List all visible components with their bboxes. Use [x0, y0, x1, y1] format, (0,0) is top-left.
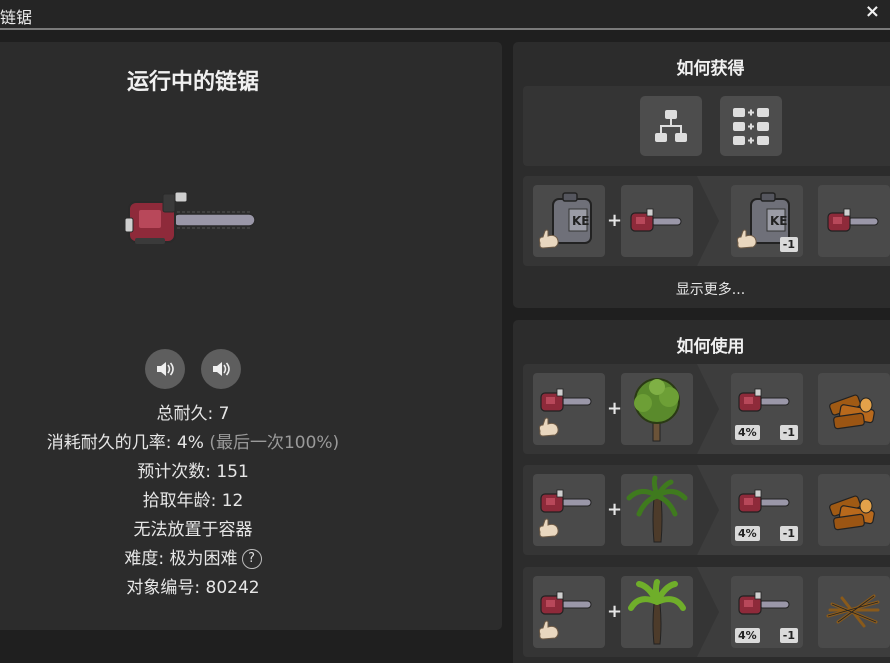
- recipe-input-chainsaw[interactable]: [533, 474, 605, 546]
- result-count-badge: -1: [779, 237, 798, 252]
- how-to-use-panel: 如何使用 + 4% -1 + 4% -1 + 4% -1: [513, 320, 890, 663]
- result-count-badge: -1: [779, 425, 798, 440]
- pickup-age-stat: 拾取年龄: 12: [142, 491, 244, 511]
- how-to-obtain-title: 如何获得: [676, 59, 745, 79]
- plus-sign: +: [607, 601, 623, 622]
- object-title: 运行中的链锯: [126, 70, 259, 95]
- speaker-icon: [213, 362, 230, 376]
- wear-chance-stat: 消耗耐久的几率: 4% (最后一次100%): [46, 433, 340, 453]
- recipe-output-gas-can[interactable]: -1: [731, 185, 803, 257]
- recipe-input-chainsaw[interactable]: [621, 185, 693, 257]
- wear-chance-note: (最后一次100%): [209, 433, 340, 453]
- difficulty-stat: 难度: 极为困难?: [0, 545, 394, 574]
- result-count-badge: -1: [779, 526, 798, 541]
- recipe-grid-icon: [733, 108, 769, 145]
- object-id-stat: 对象编号: 80242: [126, 578, 260, 598]
- recipe-output-chainsaw[interactable]: 4% -1: [731, 373, 803, 445]
- use-recipe-row: + 4% -1: [523, 364, 890, 454]
- container-stat: 无法放置于容器: [133, 520, 253, 540]
- plus-sign: +: [607, 210, 623, 231]
- obtain-recipe-row: + -1: [523, 176, 890, 266]
- durability-stat: 总耐久: 7: [156, 404, 230, 424]
- object-stats: 总耐久: 7 消耗耐久的几率: 4% (最后一次100%) 预计次数: 151 …: [0, 400, 394, 603]
- chainsaw-icon: [538, 489, 592, 538]
- recipe-output-firewood[interactable]: [818, 474, 890, 546]
- recipe-input-palm-tree[interactable]: [621, 474, 693, 546]
- firewood-icon: [828, 494, 876, 531]
- plus-sign: +: [607, 398, 623, 419]
- use-recipe-row: + 4% -1: [523, 465, 890, 555]
- help-icon[interactable]: ?: [241, 549, 262, 569]
- recipe-output-kindling[interactable]: [818, 576, 890, 648]
- chainsaw-icon: [538, 388, 592, 437]
- firewood-icon: [828, 393, 876, 430]
- banana-tree-icon: [628, 579, 686, 645]
- chainsaw-icon: [538, 591, 592, 640]
- recipe-input-banana-tree[interactable]: [621, 576, 693, 648]
- speaker-icon: [157, 362, 174, 376]
- estimated-uses-stat: 预计次数: 151: [137, 462, 249, 482]
- chainsaw-icon: [630, 208, 682, 232]
- tech-tree-icon: [655, 110, 687, 142]
- window-title: 链锯: [0, 8, 33, 27]
- recipe-grid-button[interactable]: [720, 96, 782, 156]
- wear-chance-badge: 4%: [735, 526, 760, 541]
- title-bar: 链锯 ×: [0, 0, 890, 30]
- object-detail-panel: 运行中的链锯 总耐久: 7 消耗耐久的几率: 4% (最后一次100%) 预计次…: [0, 42, 502, 630]
- chainsaw-icon: [827, 208, 879, 232]
- use-recipe-row: + 4% -1: [523, 567, 890, 657]
- result-count-badge: -1: [779, 628, 798, 643]
- sound-play-button-1[interactable]: [145, 349, 185, 389]
- wear-chance-badge: 4%: [735, 628, 760, 643]
- kindling-icon: [826, 594, 880, 628]
- sound-play-button-2[interactable]: [201, 349, 241, 389]
- tech-tree-button[interactable]: [640, 96, 702, 156]
- recipe-input-gas-can[interactable]: [533, 185, 605, 257]
- tree-icon: [634, 378, 680, 442]
- recipe-input-tree[interactable]: [621, 373, 693, 445]
- recipe-output-chainsaw[interactable]: 4% -1: [731, 576, 803, 648]
- recipe-output-chainsaw[interactable]: 4% -1: [731, 474, 803, 546]
- recipe-output-chainsaw[interactable]: [818, 185, 890, 257]
- show-more-link[interactable]: 显示更多...: [513, 279, 890, 299]
- palm-tree-icon: [626, 475, 688, 543]
- recipe-input-chainsaw[interactable]: [533, 576, 605, 648]
- recipe-output-firewood[interactable]: [818, 373, 890, 445]
- recipe-input-chainsaw[interactable]: [533, 373, 605, 445]
- close-icon[interactable]: ×: [865, 1, 880, 22]
- gas-can-icon: [538, 192, 592, 249]
- how-to-use-title: 如何使用: [676, 337, 745, 357]
- how-to-obtain-panel: 如何获得 + -1 显示更多...: [513, 42, 890, 308]
- chainsaw-icon: [125, 191, 256, 244]
- plus-sign: +: [607, 499, 623, 520]
- view-mode-box: [523, 86, 890, 166]
- wear-chance-badge: 4%: [735, 425, 760, 440]
